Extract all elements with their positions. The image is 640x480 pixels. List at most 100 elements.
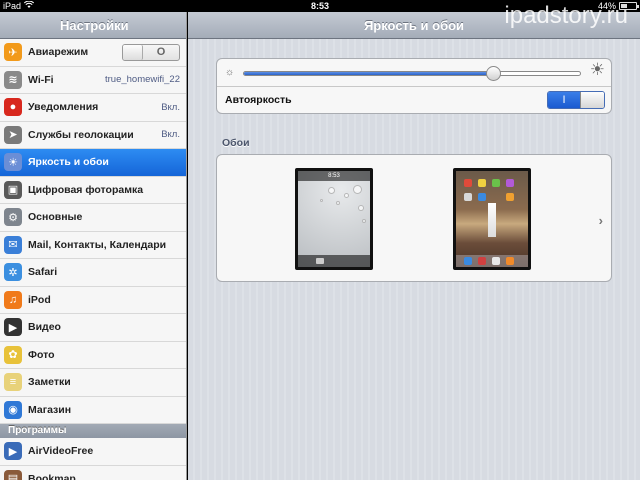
dock-app-icon	[464, 257, 472, 265]
settings-menu: ✈ Авиарежим O ≋ Wi-Fi true_homewifi_22 ● Уведом…	[0, 39, 186, 424]
sidebar-item-label: Уведомления	[28, 101, 99, 114]
apps-section-header: Программы	[0, 424, 186, 438]
notes-icon: ≡	[4, 373, 22, 392]
water-drop	[358, 205, 364, 211]
home-screen-wallpaper-thumbnail[interactable]	[453, 168, 531, 270]
toggle-knob	[580, 92, 604, 108]
water-drop	[320, 199, 323, 202]
brightness-slider-fill	[244, 72, 493, 75]
sidebar-item-label: Safari	[28, 266, 58, 279]
sidebar-item[interactable]: ✲ Safari	[0, 259, 186, 287]
app-icon	[478, 193, 486, 201]
sidebar-item[interactable]: ▤ Bookmap	[0, 465, 186, 480]
lock-screen-wallpaper-thumbnail[interactable]: 8:53	[295, 168, 373, 270]
dock-app-icon	[492, 257, 500, 265]
sidebar-item-label: Цифровая фоторамка	[28, 183, 144, 196]
sidebar-item[interactable]: ≋ Wi-Fi true_homewifi_22	[0, 66, 186, 94]
gear-icon: ⚙	[4, 208, 22, 227]
slide-to-unlock-bar	[298, 255, 370, 267]
dock	[456, 255, 528, 267]
sidebar-item-value: Вкл.	[161, 101, 180, 113]
photo-frame-icon: ▣	[4, 180, 22, 199]
sidebar-item-label: Mail, Контакты, Календари	[28, 238, 167, 251]
sidebar-item-value: Вкл.	[161, 129, 180, 141]
sidebar-item[interactable]: ✉ Mail, Контакты, Календари	[0, 231, 186, 259]
apps-menu: ▶ AirVideoFree ▤ Bookmap	[0, 438, 186, 480]
water-drop	[336, 201, 340, 205]
sidebar-item-label: AirVideoFree	[28, 445, 94, 458]
bookmap-icon: ▤	[4, 469, 22, 480]
toggle-knob	[123, 45, 143, 60]
store-icon: ◉	[4, 400, 22, 419]
lock-screen-preview: 8:53	[298, 171, 370, 267]
watermark: ipadstory.ru	[504, 2, 628, 29]
sidebar-item-label: Службы геолокации	[28, 128, 134, 141]
sidebar-item[interactable]: ▶ AirVideoFree	[0, 438, 186, 466]
airvideo-icon: ▶	[4, 442, 22, 461]
lock-screen-time: 8:53	[298, 171, 370, 181]
sidebar-item-label: Магазин	[28, 403, 72, 416]
location-icon: ➤	[4, 125, 22, 144]
brightness-wallpaper-panel: Яркость и обои ☼ ☀ Автояркость I Обои 8:…	[188, 12, 640, 480]
auto-brightness-label: Автояркость	[225, 94, 292, 106]
settings-sidebar: Настройки ✈ Авиарежим O ≋ Wi-Fi true_homewifi…	[0, 12, 187, 480]
airplane-mode-toggle[interactable]: O	[122, 44, 180, 61]
video-icon: ▶	[4, 318, 22, 337]
tower-image	[488, 203, 496, 237]
app-icon	[492, 179, 500, 187]
sidebar-item-label: Видео	[28, 321, 61, 334]
brightness-slider-row: ☼ ☀	[217, 59, 611, 87]
sun-small-icon: ☼	[225, 67, 235, 78]
notifications-icon: ●	[4, 98, 22, 117]
airplane-icon: ✈	[4, 43, 22, 62]
sidebar-item[interactable]: ✈ Авиарежим O	[0, 39, 186, 67]
sidebar-item-label: Заметки	[28, 376, 71, 389]
brightness-slider[interactable]	[243, 66, 581, 81]
sidebar-item-label: Фото	[28, 348, 55, 361]
dock-app-icon	[506, 257, 514, 265]
brightness-icon: ☀	[4, 153, 22, 172]
brightness-group: ☼ ☀ Автояркость I	[216, 58, 612, 114]
app-icon	[506, 179, 514, 187]
sidebar-item-label: Яркость и обои	[28, 156, 109, 169]
sidebar-item[interactable]: ➤ Службы геолокации Вкл.	[0, 121, 186, 149]
sidebar-item-label: Bookmap	[28, 472, 76, 480]
sidebar-item-value: true_homewifi_22	[105, 74, 180, 86]
auto-brightness-row: Автояркость I	[217, 87, 611, 114]
auto-brightness-toggle[interactable]: I	[547, 91, 605, 109]
sidebar-item[interactable]: ▣ Цифровая фоторамка	[0, 176, 186, 204]
sidebar-item-label: Основные	[28, 211, 83, 224]
water-drop	[344, 193, 349, 198]
sidebar-item[interactable]: ≡ Заметки	[0, 369, 186, 397]
photos-icon: ✿	[4, 345, 22, 364]
sidebar-item[interactable]: ▶ Видео	[0, 314, 186, 342]
safari-icon: ✲	[4, 263, 22, 282]
dock-app-icon	[478, 257, 486, 265]
app-icon	[464, 179, 472, 187]
brightness-slider-thumb[interactable]	[485, 66, 501, 81]
app-icon	[464, 193, 472, 201]
wallpaper-section-label: Обои	[222, 137, 250, 149]
ipod-icon: ♫	[4, 290, 22, 309]
auto-brightness-toggle-state: I	[548, 92, 580, 108]
chevron-right-icon[interactable]: ›	[599, 213, 603, 228]
sidebar-item-label: Wi-Fi	[28, 73, 54, 86]
sidebar-item[interactable]: ✿ Фото	[0, 341, 186, 369]
sidebar-item[interactable]: ● Уведомления Вкл.	[0, 94, 186, 122]
wallpaper-group[interactable]: 8:53 ›	[216, 154, 612, 282]
wifi-icon: ≋	[4, 70, 22, 89]
water-drop	[362, 219, 366, 223]
sidebar-item-label: iPod	[28, 293, 51, 306]
water-drop	[353, 185, 362, 194]
sun-large-icon: ☀	[589, 60, 605, 79]
sidebar-item[interactable]: ◉ Магазин	[0, 396, 186, 424]
sidebar-item[interactable]: ♫ iPod	[0, 286, 186, 314]
water-drop	[328, 187, 335, 194]
app-icon	[478, 179, 486, 187]
mail-icon: ✉	[4, 235, 22, 254]
sidebar-item[interactable]: ⚙ Основные	[0, 204, 186, 232]
home-screen-preview	[456, 171, 528, 267]
toggle-state: O	[156, 46, 166, 58]
sidebar-item[interactable]: ☀ Яркость и обои	[0, 149, 186, 177]
sidebar-title: Настройки	[0, 12, 186, 39]
